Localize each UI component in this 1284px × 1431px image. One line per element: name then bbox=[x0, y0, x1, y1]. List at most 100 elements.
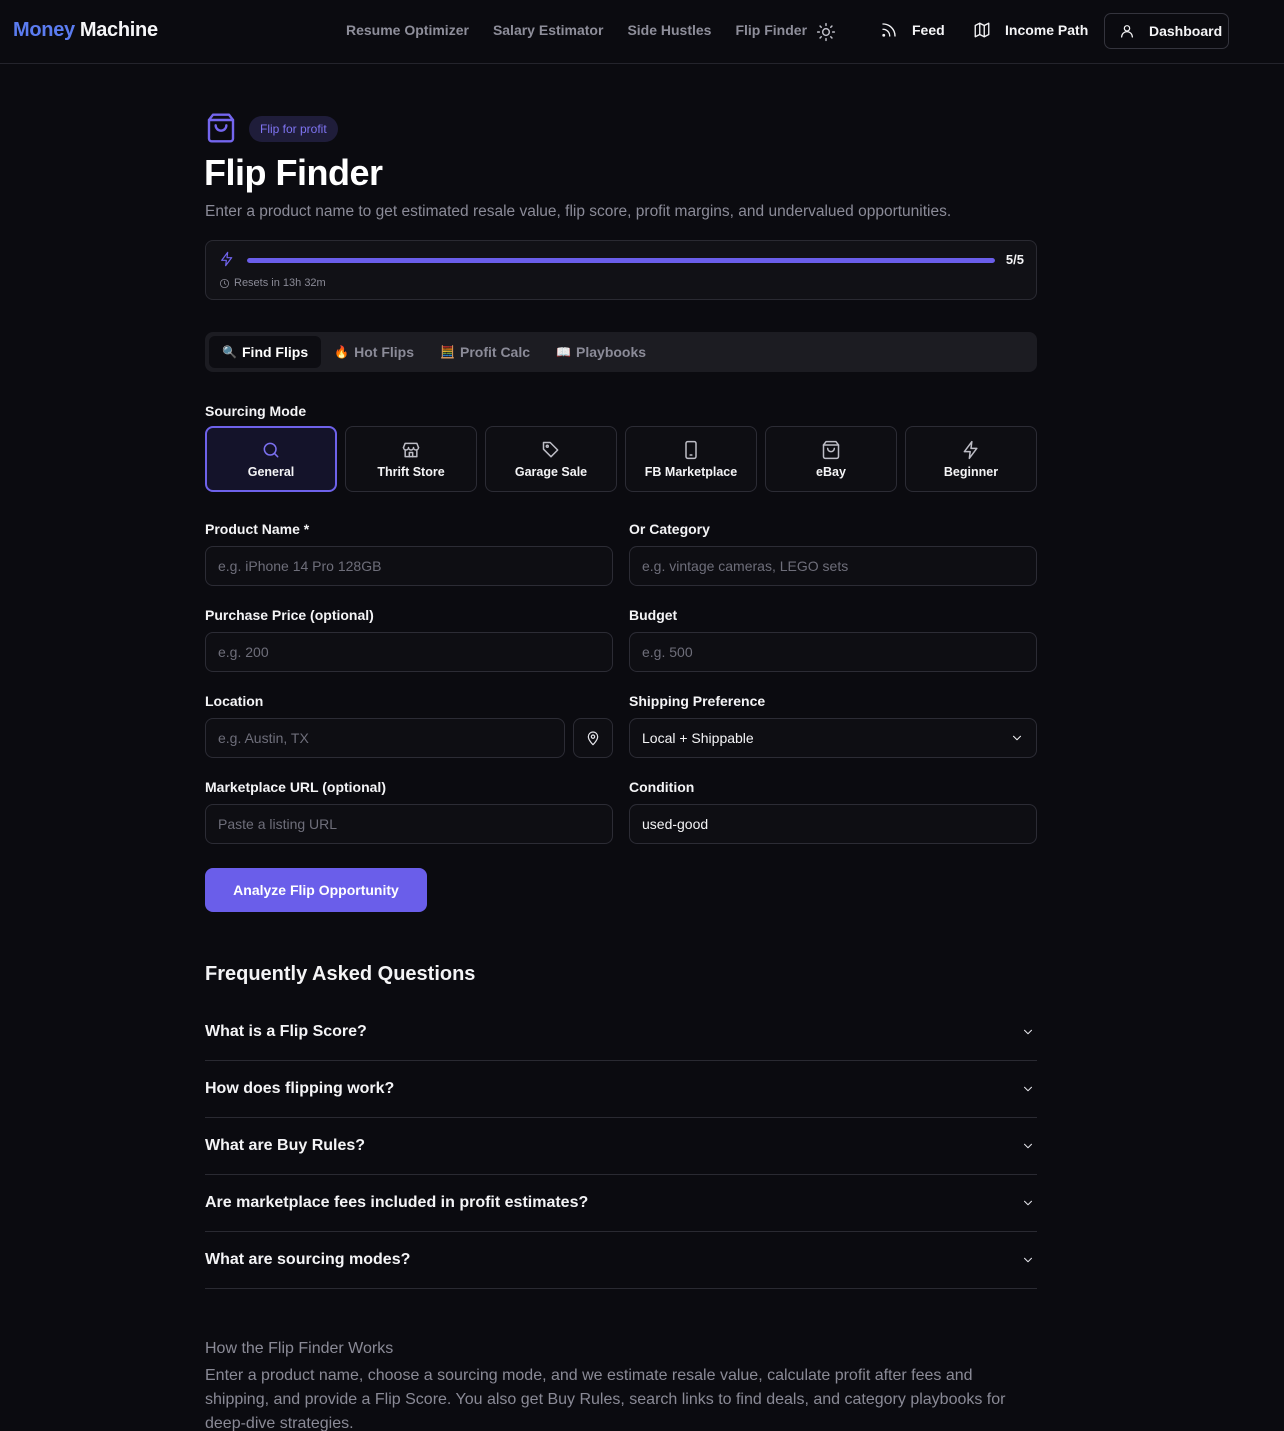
sun-icon bbox=[816, 22, 836, 42]
product-name-input[interactable] bbox=[205, 546, 613, 586]
mode-garage-sale[interactable]: Garage Sale bbox=[485, 426, 617, 492]
faq-item[interactable]: What are Buy Rules? bbox=[205, 1118, 1037, 1175]
shopping-bag-icon bbox=[822, 440, 840, 459]
map-pin-icon bbox=[587, 731, 599, 746]
analyze-flip-button[interactable]: Analyze Flip Opportunity bbox=[205, 868, 427, 912]
product-name-label: Product Name * bbox=[205, 521, 310, 537]
tab-label: Hot Flips bbox=[354, 344, 414, 360]
condition-label: Condition bbox=[629, 779, 695, 795]
chevron-down-icon bbox=[1023, 1200, 1033, 1206]
sourcing-mode-label: Sourcing Mode bbox=[205, 403, 307, 419]
faq-question: What are Buy Rules? bbox=[205, 1137, 366, 1154]
usage-progress-fill bbox=[247, 258, 995, 263]
search-icon bbox=[263, 442, 279, 457]
faq-item[interactable]: What is a Flip Score? bbox=[205, 1004, 1037, 1061]
category-label: Or Category bbox=[629, 521, 710, 537]
tab-hot-flips[interactable]: 🔥 Hot Flips bbox=[321, 336, 427, 368]
use-location-button[interactable] bbox=[573, 718, 613, 758]
page-title: Flip Finder bbox=[204, 152, 383, 193]
purchase-price-label: Purchase Price (optional) bbox=[205, 607, 374, 623]
mode-label: FB Marketplace bbox=[644, 464, 738, 479]
mode-ebay[interactable]: eBay bbox=[765, 426, 897, 492]
budget-label: Budget bbox=[629, 607, 678, 623]
tab-bar: 🔍 Find Flips 🔥 Hot Flips 🧮 Profit Calc 📖… bbox=[205, 332, 1037, 372]
smartphone-icon bbox=[685, 440, 697, 459]
mode-thrift-store[interactable]: Thrift Store bbox=[345, 426, 477, 492]
nav-resume-optimizer[interactable]: Resume Optimizer bbox=[346, 22, 469, 38]
sourcing-mode-group: General Thrift Store Garage Sale FB Mark… bbox=[205, 426, 1037, 492]
main-nav: Resume Optimizer Salary Estimator Side H… bbox=[346, 22, 807, 38]
dashboard-button[interactable]: Dashboard bbox=[1104, 13, 1229, 49]
nav-side-hustles[interactable]: Side Hustles bbox=[627, 22, 711, 38]
faq-question: What is a Flip Score? bbox=[205, 1023, 367, 1040]
faq-item[interactable]: How does flipping work? bbox=[205, 1061, 1037, 1118]
chevron-down-icon bbox=[1023, 1257, 1033, 1263]
tab-playbooks[interactable]: 📖 Playbooks bbox=[543, 336, 659, 368]
chevron-down-icon bbox=[1012, 735, 1022, 741]
shipping-label: Shipping Preference bbox=[629, 693, 766, 709]
how-it-works-title: How the Flip Finder Works bbox=[205, 1340, 394, 1357]
store-icon bbox=[402, 442, 420, 457]
how-it-works-body: Enter a product name, choose a sourcing … bbox=[205, 1367, 1006, 1431]
income-path-label: Income Path bbox=[1005, 22, 1089, 38]
clock-icon bbox=[219, 278, 230, 288]
mode-label: Beginner bbox=[943, 464, 999, 479]
logo-part-machine: Machine bbox=[79, 19, 158, 41]
chevron-down-icon bbox=[1023, 1143, 1033, 1149]
category-badge: Flip for profit bbox=[249, 116, 338, 142]
shipping-selected-value: Local + Shippable bbox=[642, 730, 754, 746]
income-path-link[interactable]: Income Path bbox=[973, 21, 1088, 39]
tag-icon bbox=[542, 441, 559, 457]
magnifier-emoji-icon: 🔍 bbox=[222, 345, 237, 359]
user-icon bbox=[1121, 25, 1133, 38]
mode-label: General bbox=[247, 464, 295, 479]
nav-flip-finder[interactable]: Flip Finder bbox=[735, 22, 807, 38]
usage-count: 5/5 bbox=[1005, 252, 1024, 267]
condition-input[interactable] bbox=[629, 804, 1037, 844]
faq-item[interactable]: What are sourcing modes? bbox=[205, 1232, 1037, 1289]
fire-emoji-icon: 🔥 bbox=[334, 345, 350, 359]
book-emoji-icon: 📖 bbox=[556, 345, 571, 359]
tab-profit-calc[interactable]: 🧮 Profit Calc bbox=[427, 336, 543, 368]
map-icon bbox=[974, 22, 990, 38]
category-input[interactable] bbox=[629, 546, 1037, 586]
chevron-down-icon bbox=[1023, 1086, 1033, 1092]
logo-part-money: Money bbox=[13, 19, 75, 41]
chevron-down-icon bbox=[1023, 1029, 1033, 1035]
tab-label: Playbooks bbox=[576, 344, 647, 360]
tab-find-flips[interactable]: 🔍 Find Flips bbox=[209, 336, 322, 368]
usage-progress-bar bbox=[247, 258, 995, 263]
shipping-select[interactable]: Local + Shippable bbox=[629, 718, 1037, 758]
mode-beginner[interactable]: Beginner bbox=[905, 426, 1037, 492]
usage-reset: Resets in 13h 32m bbox=[219, 277, 326, 289]
mode-label: Garage Sale bbox=[514, 464, 588, 479]
theme-toggle-button[interactable] bbox=[816, 22, 836, 42]
rss-icon bbox=[882, 23, 896, 37]
shopping-bag-icon bbox=[205, 112, 237, 144]
tab-label: Find Flips bbox=[242, 344, 309, 360]
usage-reset-label: Resets in 13h 32m bbox=[234, 277, 326, 289]
budget-input[interactable] bbox=[629, 632, 1037, 672]
location-label: Location bbox=[205, 693, 264, 709]
feed-link[interactable]: Feed bbox=[880, 21, 945, 39]
mode-general[interactable]: General bbox=[205, 426, 337, 492]
nav-salary-estimator[interactable]: Salary Estimator bbox=[493, 22, 604, 38]
faq-question: What are sourcing modes? bbox=[205, 1251, 411, 1268]
marketplace-url-input[interactable] bbox=[205, 804, 613, 844]
top-navbar: Money Machine Resume Optimizer Salary Est… bbox=[0, 0, 1284, 64]
usage-card: 5/5 Resets in 13h 32m bbox=[205, 240, 1037, 300]
purchase-price-input[interactable] bbox=[205, 632, 613, 672]
mode-label: Thrift Store bbox=[377, 464, 445, 479]
logo[interactable]: Money Machine bbox=[13, 19, 158, 42]
mode-fb-marketplace[interactable]: FB Marketplace bbox=[625, 426, 757, 492]
faq-item[interactable]: Are marketplace fees included in profit … bbox=[205, 1175, 1037, 1232]
marketplace-url-label: Marketplace URL (optional) bbox=[205, 779, 386, 795]
location-input[interactable] bbox=[205, 718, 565, 758]
feed-label: Feed bbox=[912, 22, 945, 38]
faq-list: What is a Flip Score? How does flipping … bbox=[205, 1004, 1037, 1289]
page-subtitle: Enter a product name to get estimated re… bbox=[205, 203, 952, 220]
abacus-emoji-icon: 🧮 bbox=[440, 345, 455, 359]
bolt-icon bbox=[219, 251, 235, 267]
faq-question: Are marketplace fees included in profit … bbox=[205, 1194, 589, 1211]
bolt-icon bbox=[963, 440, 978, 459]
